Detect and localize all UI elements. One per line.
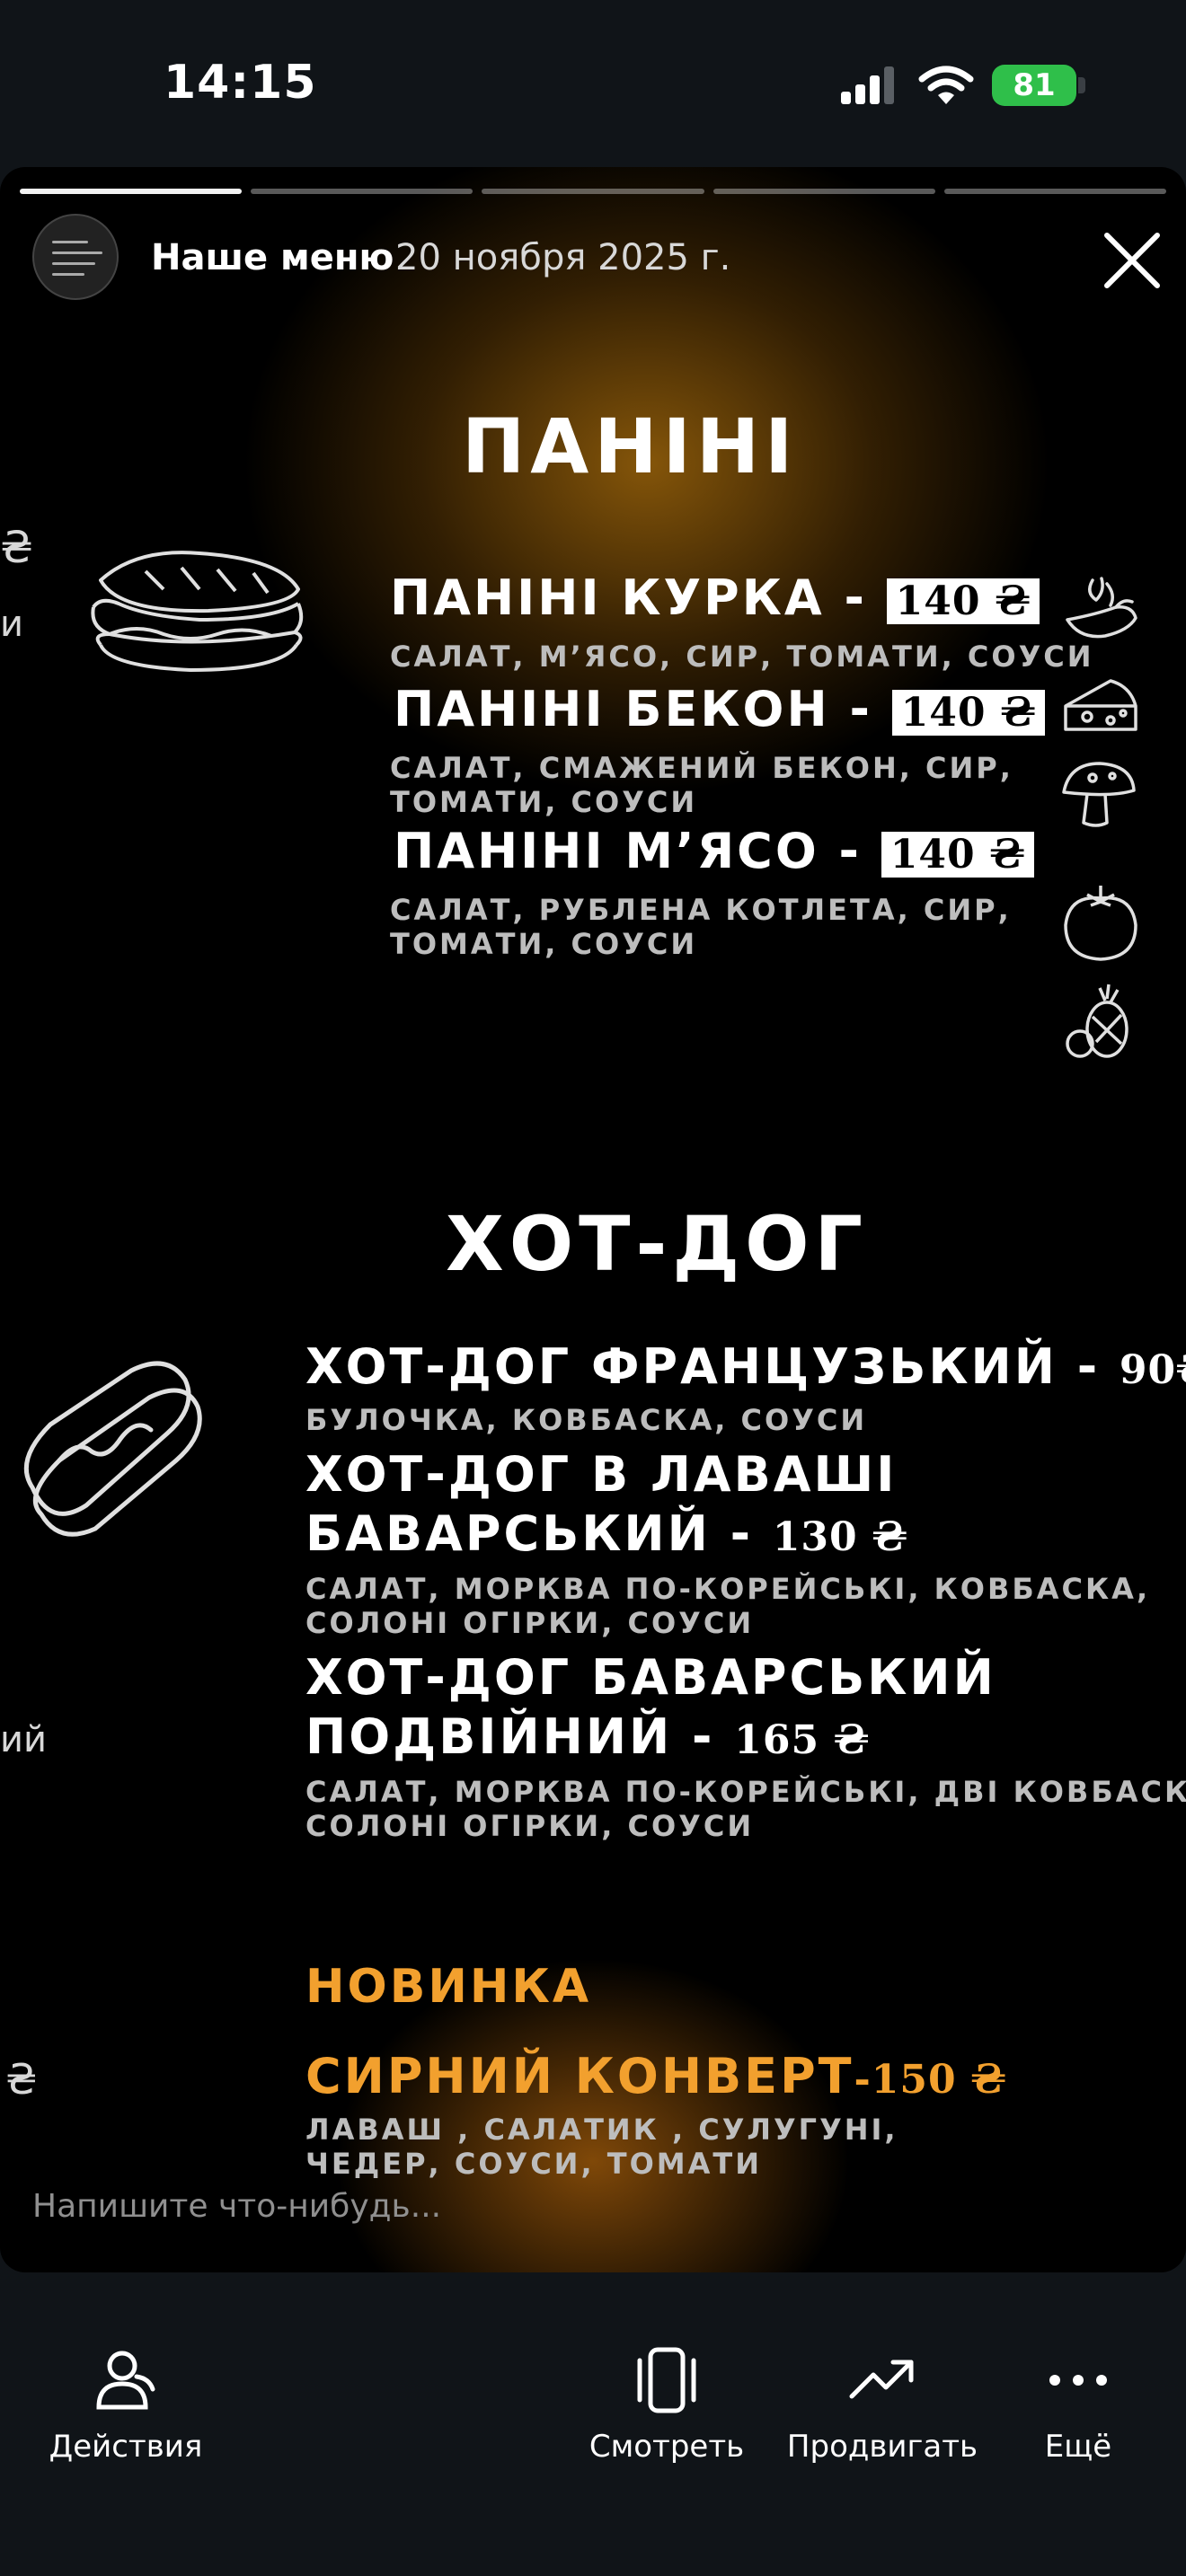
battery-cap: [1078, 77, 1085, 93]
menu-item-hotdog-lavash-line2: БАВАРСЬКИЙ - 130 ₴: [305, 1505, 908, 1562]
battery-indicator: 81: [992, 65, 1076, 106]
description-line: САЛАТ, М’ЯСО, СИР, ТОМАТИ, СОУСИ: [390, 640, 1094, 674]
item-description: САЛАТ, РУБЛЕНА КОТЛЕТА, СИР, ТОМАТИ, СОУ…: [390, 893, 1012, 961]
avatar-detail: [52, 241, 88, 243]
menu-item-hotdog-double-line2: ПОДВІЙНИЙ - 165 ₴: [305, 1708, 870, 1765]
progress-segment: [251, 189, 474, 194]
avatar-detail: [52, 273, 84, 276]
item-description: ЛАВАШ , САЛАТИК , СУЛУГУНІ, ЧЕДЕР, СОУСИ…: [305, 2113, 898, 2181]
description-line: БУЛОЧКА, КОВБАСКА, СОУСИ: [305, 1403, 868, 1437]
battery-level: 81: [1013, 67, 1056, 103]
tab-label: Ещё: [1044, 2429, 1112, 2465]
story-date: 20 ноября 2025 г.: [395, 237, 731, 278]
item-description: САЛАТ, МОРКВА ПО-КОРЕЙСЬКІ, КОВБАСКА, СО…: [305, 1572, 1150, 1640]
item-separator: -: [829, 681, 892, 737]
tab-label: Продвигать: [786, 2429, 978, 2465]
item-separator: -: [1057, 1338, 1120, 1395]
status-time: 14:15: [164, 56, 317, 110]
cutoff-fragment: ий: [0, 1719, 47, 1760]
menu-item-hotdog-french: ХОТ-ДОГ ФРАНЦУЗЬКИЙ - 90₴: [305, 1338, 1186, 1395]
item-description: САЛАТ, МОРКВА ПО-КОРЕЙСЬКІ, ДВІ КОВБАСКИ…: [305, 1775, 1186, 1843]
description-line: ЛАВАШ , САЛАТИК , СУЛУГУНІ,: [305, 2113, 898, 2147]
tab-actions[interactable]: Действия: [18, 2344, 234, 2465]
item-separator: -: [824, 569, 887, 626]
cheese-icon: [1064, 679, 1137, 731]
close-icon[interactable]: [1098, 226, 1166, 295]
description-line: САЛАТ, МОРКВА ПО-КОРЕЙСЬКІ, ДВІ КОВБАСКИ…: [305, 1775, 1186, 1809]
avatar-detail: [52, 251, 102, 254]
tab-more[interactable]: Ещё: [970, 2344, 1186, 2465]
description-line: САЛАТ, СМАЖЕНИЙ БЕКОН, СИР,: [390, 751, 1013, 785]
menu-item-hotdog-lavash-line1: ХОТ-ДОГ В ЛАВАШІ: [305, 1446, 898, 1503]
item-price: 140 ₴: [881, 832, 1035, 878]
item-separator: -: [854, 2057, 872, 2103]
item-description: САЛАТ, СМАЖЕНИЙ БЕКОН, СИР, ТОМАТИ, СОУС…: [390, 751, 1013, 819]
description-line: СОЛОНІ ОГІРКИ, СОУСИ: [305, 1809, 755, 1843]
tab-promote[interactable]: Продвигать: [774, 2344, 990, 2465]
person-icon: [96, 2351, 155, 2410]
item-separator: -: [672, 1708, 735, 1765]
tab-view[interactable]: Смотреть: [559, 2344, 774, 2465]
chili-pepper-icon: [1066, 577, 1137, 639]
item-description: БУЛОЧКА, КОВБАСКА, СОУСИ: [305, 1403, 867, 1437]
item-name: СИРНИЙ КОНВЕРТ: [305, 2048, 854, 2104]
author-name[interactable]: Наше меню: [151, 237, 394, 278]
item-price: 140 ₴: [886, 578, 1040, 624]
progress-segment: [20, 189, 243, 194]
item-price: 150 ₴: [871, 2057, 1007, 2103]
status-bar: 14:15 81: [0, 0, 1186, 171]
menu-item-panini-chicken: ПАНІНІ КУРКА - 140 ₴: [390, 569, 1040, 626]
avatar-detail: [52, 262, 95, 265]
tab-label: Действия: [49, 2429, 203, 2465]
tab-label: Смотреть: [589, 2429, 745, 2465]
cutoff-fragment: ₴: [0, 523, 34, 573]
description-line: САЛАТ, МОРКВА ПО-КОРЕЙСЬКІ, КОВБАСКА,: [305, 1572, 1151, 1606]
more-icon: [1049, 2375, 1107, 2386]
item-price: 140 ₴: [891, 690, 1046, 736]
description-line: САЛАТ, РУБЛЕНА КОТЛЕТА, СИР,: [390, 893, 1012, 927]
mushroom-icon: [1062, 762, 1136, 827]
item-name: ПАНІНІ КУРКА: [390, 569, 825, 626]
item-name: ХОТ-ДОГ ФРАНЦУЗЬКИЙ: [305, 1338, 1058, 1395]
section-title-panini: ПАНІНІ: [462, 402, 799, 490]
tomato-icon: [1064, 886, 1137, 961]
item-price: 130 ₴: [772, 1514, 908, 1560]
description-line: ЧЕДЕР, СОУСИ, ТОМАТИ: [305, 2147, 762, 2181]
story-progress: [20, 189, 1167, 196]
menu-item-cheese-envelope: СИРНИЙ КОНВЕРТ-150 ₴: [305, 2048, 1006, 2104]
author-avatar[interactable]: [32, 214, 119, 300]
wifi-icon: [918, 66, 974, 104]
cutoff-fragment: и: [0, 604, 23, 645]
story-viewer[interactable]: Наше меню 20 ноября 2025 г. ₴ и ий ₴ ПАН…: [0, 167, 1186, 2272]
view-icon: [637, 2347, 696, 2413]
new-item-label: НОВИНКА: [305, 1960, 592, 2014]
menu-item-panini-bacon: ПАНІНІ БЕКОН - 140 ₴: [394, 681, 1046, 737]
section-title-hotdog: ХОТ-ДОГ: [446, 1200, 869, 1288]
menu-item-panini-meat: ПАНІНІ М’ЯСО - 140 ₴: [394, 823, 1035, 879]
item-price: 165 ₴: [734, 1717, 870, 1763]
cutoff-fragment: ₴: [5, 2055, 38, 2104]
pineapple-icon: [1066, 984, 1128, 1058]
item-name: ПАНІНІ БЕКОН: [394, 681, 830, 737]
cellular-signal-icon: [841, 66, 894, 104]
item-name: ПОДВІЙНИЙ: [305, 1708, 673, 1765]
item-name: БАВАРСЬКИЙ: [305, 1505, 711, 1562]
menu-item-hotdog-double-line1: ХОТ-ДОГ БАВАРСЬКИЙ: [305, 1649, 996, 1706]
item-description: САЛАТ, М’ЯСО, СИР, ТОМАТИ, СОУСИ: [390, 640, 1094, 674]
trend-icon: [849, 2360, 914, 2399]
reply-input[interactable]: Напишите что-нибудь...: [32, 2188, 441, 2225]
progress-segment: [712, 189, 935, 194]
description-line: СОЛОНІ ОГІРКИ, СОУСИ: [305, 1606, 755, 1640]
item-price: 90₴: [1119, 1347, 1186, 1393]
sandwich-icon: [91, 551, 304, 672]
item-separator: -: [819, 823, 881, 879]
progress-segment: [482, 189, 704, 194]
hot-dog-icon: [23, 1361, 202, 1537]
progress-segment: [943, 189, 1167, 194]
description-line: ТОМАТИ, СОУСИ: [390, 785, 698, 819]
item-separator: -: [710, 1505, 773, 1562]
item-name: ПАНІНІ М’ЯСО: [394, 823, 819, 879]
description-line: ТОМАТИ, СОУСИ: [390, 927, 698, 961]
